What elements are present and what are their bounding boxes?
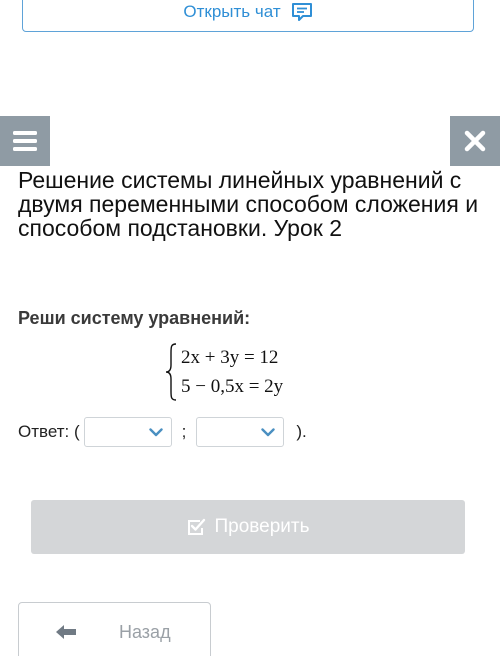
close-button[interactable] xyxy=(450,116,500,166)
lesson-title: Решение системы линейных уравнений с дву… xyxy=(18,167,479,241)
equation-1: 2x + 3y = 12 xyxy=(181,346,279,368)
check-button[interactable]: Проверить xyxy=(31,500,465,554)
answer-row: Ответ: ( ; ). xyxy=(18,416,307,448)
menu-button[interactable] xyxy=(0,116,50,166)
chevron-down-icon xyxy=(148,427,163,436)
hamburger-menu-icon xyxy=(13,131,37,151)
open-chat-button[interactable]: Открыть чат xyxy=(22,0,474,32)
equation-2: 5 − 0,5x = 2y xyxy=(181,375,284,397)
task-prompt: Реши систему уравнений: xyxy=(18,308,251,328)
check-button-label: Проверить xyxy=(214,516,310,537)
equation-system: 2x + 3y = 12 5 − 0,5x = 2y xyxy=(165,343,283,401)
answer-label: Ответ: ( xyxy=(18,422,80,441)
answer-y-select[interactable] xyxy=(196,417,285,447)
answer-x-select[interactable] xyxy=(83,417,172,447)
checkbox-check-icon xyxy=(188,518,206,535)
back-button-label: Назад xyxy=(119,621,171,642)
open-chat-label: Открыть чат xyxy=(183,2,281,21)
back-button[interactable]: Назад xyxy=(18,602,211,656)
chat-icon xyxy=(291,3,312,21)
answer-separator: ; xyxy=(181,422,187,441)
left-brace xyxy=(165,343,177,401)
chevron-down-icon xyxy=(261,427,276,436)
arrow-left-icon xyxy=(56,625,76,639)
answer-closing: ). xyxy=(296,422,307,441)
close-icon xyxy=(464,130,486,152)
